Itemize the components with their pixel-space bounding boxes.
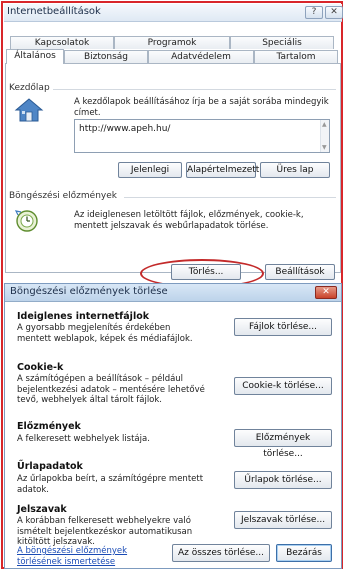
window-title: Internetbeállítások [7,6,101,17]
history-group-label: Böngészési előzmények [9,191,120,201]
scroll-down-icon[interactable]: ▼ [322,144,327,151]
section-description: A korábban felkeresett webhelyekre való … [17,516,193,547]
delete-all-button[interactable]: Az összes törlése... [172,544,270,562]
dialog-title: Böngészési előzmények törlése [10,286,168,297]
delete-history-dialog: Böngészési előzmények törlése ✕ Ideiglen… [4,283,342,569]
history-description: Az ideiglenesen letöltött fájlok, előzmé… [74,210,304,231]
group-divider [46,89,336,90]
history-icon [14,208,40,234]
use-default-button[interactable]: Alapértelmezett [186,162,259,178]
dialog-titlebar[interactable]: Böngészési előzmények törlése ✕ [5,284,341,302]
section-description: A gyorsabb megjelenítés érdekében mentet… [17,323,193,344]
homepage-group-label: Kezdőlap [9,83,53,93]
tab-programok[interactable]: Programok [114,36,230,49]
section-title: Cookie-k [17,362,64,373]
use-blank-button[interactable]: Üres lap [260,162,330,178]
help-link[interactable]: A böngészési előzmények törlésének ismer… [17,546,157,567]
homepage-url-input[interactable]: http://www.apeh.hu/ ▲ ▼ [74,119,330,153]
section-description: A felkeresett webhelyek listája. [17,434,150,444]
home-icon [14,97,44,123]
section-title: Ideiglenes internetfájlok [17,311,150,322]
section-title: Űrlapadatok [17,461,83,472]
group-divider [124,197,336,198]
dialog-close-icon[interactable]: ✕ [315,286,337,299]
tab-altalanos[interactable]: Általános [6,49,64,64]
use-current-button[interactable]: Jelenlegi [118,162,182,178]
section-description: A számítógépen a beállítások – például b… [17,374,205,405]
tab-kapcsolatok[interactable]: Kapcsolatok [10,36,114,49]
window-close-button[interactable]: ✕ [325,6,343,19]
history-settings-button[interactable]: Beállítások [265,264,335,280]
delete-forms-button[interactable]: Űrlapok törlése... [234,471,332,489]
scroll-up-icon[interactable]: ▲ [322,121,327,128]
delete-history-entries-button[interactable]: Előzmények törlése... [234,429,332,459]
delete-cookies-button[interactable]: Cookie-k törlése... [234,377,332,395]
homepage-url-text: http://www.apeh.hu/ [79,124,171,134]
section-description: Az űrlapokba beírt, a számítógépre mente… [17,474,204,495]
delete-files-button[interactable]: Fájlok törlése... [234,318,332,336]
tab-tartalom[interactable]: Tartalom [254,50,338,63]
close-button[interactable]: Bezárás [276,544,332,562]
tab-adatvedelem[interactable]: Adatvédelem [148,50,254,63]
tab-biztonsag[interactable]: Biztonság [64,50,148,63]
homepage-scrollbar[interactable]: ▲ ▼ [320,120,329,152]
homepage-description: A kezdőlapok beállításához írja be a saj… [74,97,329,118]
help-button[interactable]: ? [305,6,323,19]
section-title: Jelszavak [17,504,67,515]
delete-passwords-button[interactable]: Jelszavak törlése... [234,511,332,529]
tab-specialis[interactable]: Speciális [230,36,334,49]
section-title: Előzmények [17,421,81,432]
window-titlebar[interactable]: Internetbeállítások ? ✕ [4,4,343,22]
